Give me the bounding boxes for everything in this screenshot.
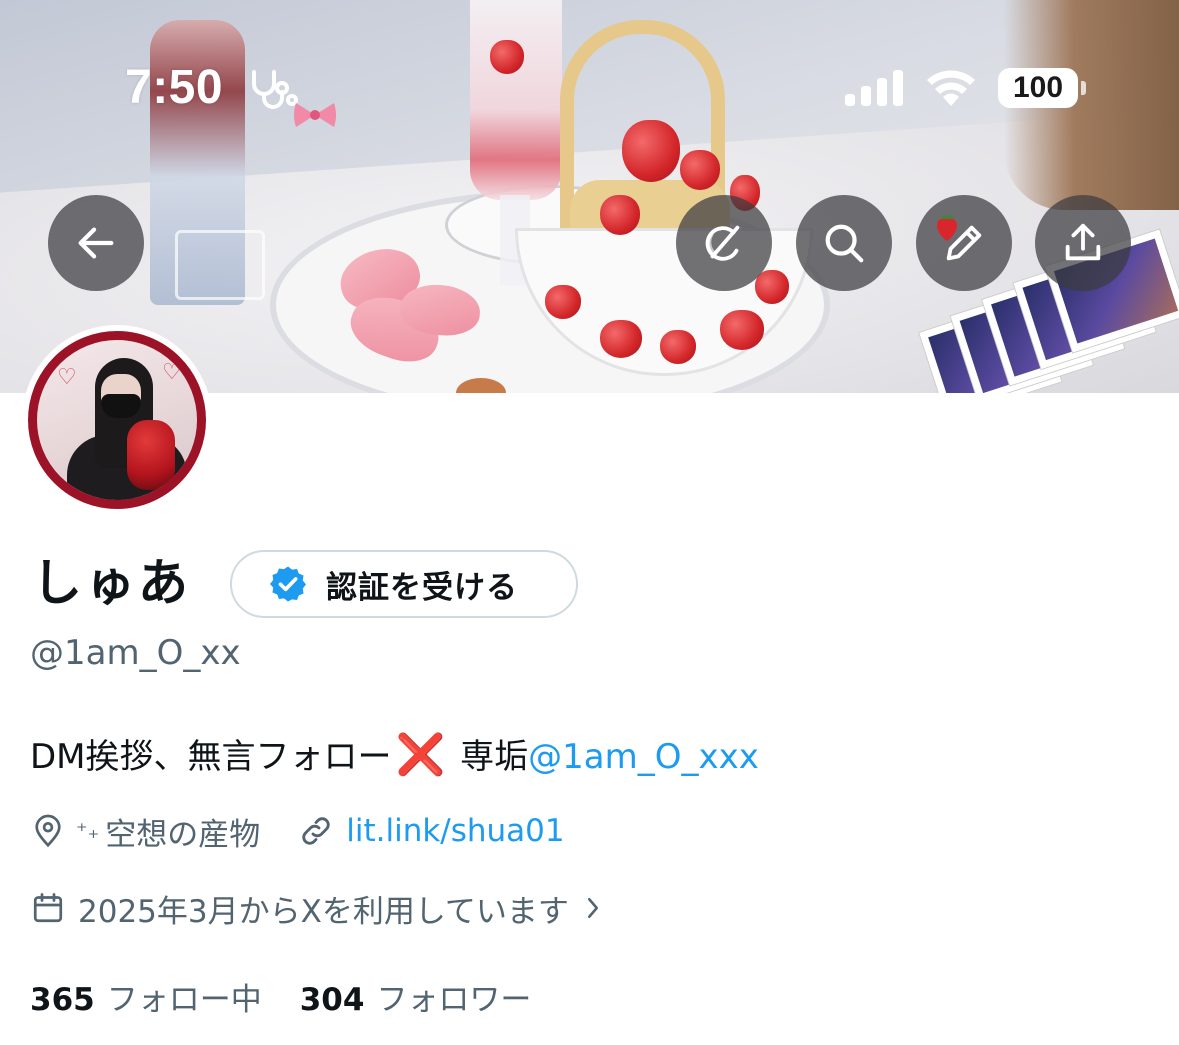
share-button[interactable]: [1035, 195, 1131, 291]
user-handle: @1am_O_xx: [30, 633, 241, 673]
verified-badge-icon: [270, 566, 306, 602]
avatar-mask: [101, 394, 141, 418]
banner-acrylic-stand: [175, 230, 265, 300]
following-count: 365: [30, 981, 95, 1018]
heart-decoration-icon: ♡: [57, 365, 77, 390]
search-icon: [825, 224, 864, 263]
arrow-left-icon: [78, 227, 114, 259]
avatar-image: ♡ ♡: [28, 331, 206, 509]
get-verified-button[interactable]: 認証を受ける: [230, 550, 578, 618]
avatar[interactable]: ♡ ♡: [22, 325, 212, 515]
bio-suffix: 専垢: [449, 737, 529, 777]
location-sparkle: ⁺₊: [76, 818, 100, 844]
banner-strawberry: [600, 195, 640, 235]
followers-link[interactable]: 304 フォロワー: [300, 974, 532, 1019]
bio-text: DM挨拶、無言フォロー: [30, 737, 392, 777]
link-icon: [302, 817, 330, 845]
edit-button[interactable]: [916, 195, 1012, 291]
followers-count: 304: [299, 981, 365, 1018]
signal-strength-icon: [845, 70, 903, 106]
ribbon-bow-icon: [294, 103, 336, 127]
location-pin-icon: [35, 814, 61, 848]
grok-icon: [705, 225, 740, 261]
heart-decoration-icon: ♡: [162, 360, 182, 385]
following-label: フォロー中: [106, 981, 262, 1018]
banner-strawberry: [622, 120, 680, 182]
banner-strawberry: [660, 330, 696, 364]
back-button[interactable]: [48, 195, 144, 291]
following-link[interactable]: 365 フォロー中: [30, 974, 262, 1019]
profile-bio: DM挨拶、無言フォロー ❌ 専垢@1am_O_xxx: [30, 730, 759, 782]
display-name: しゅあ: [32, 554, 191, 612]
banner-strawberry: [680, 150, 720, 190]
joined-text: 2025年3月からXを利用しています: [78, 893, 569, 930]
profile-banner[interactable]: [0, 0, 1179, 393]
profile-meta-location-website: ⁺₊ 空想の産物 lit.link/shua01: [30, 808, 565, 854]
strawberry-sticker-icon: [937, 214, 957, 241]
wifi-icon: [927, 70, 975, 106]
grok-button[interactable]: [676, 195, 772, 291]
profile-joined-date[interactable]: 2025年3月からXを利用しています: [30, 885, 605, 931]
bio-mention-link[interactable]: @1am_O_xxx: [528, 737, 759, 777]
search-button[interactable]: [796, 195, 892, 291]
banner-strawberry: [490, 40, 524, 74]
banner-strawberry: [755, 270, 789, 304]
chevron-right-icon: [587, 898, 598, 918]
get-verified-label: 認証を受ける: [326, 569, 518, 606]
cross-mark-emoji: ❌: [395, 732, 446, 778]
battery-indicator: 100: [998, 68, 1086, 108]
location-text: 空想の産物: [105, 816, 261, 853]
follow-counts: 365 フォロー中 304 フォロワー: [30, 972, 531, 1020]
avatar-bouquet: [127, 420, 175, 490]
share-icon: [1065, 223, 1101, 261]
followers-label: フォロワー: [376, 981, 532, 1018]
battery-level: 100: [1012, 71, 1064, 104]
website-link[interactable]: lit.link/shua01: [346, 813, 564, 849]
banner-strawberry: [720, 310, 764, 350]
status-time: 7:50: [125, 61, 224, 114]
banner-parfait-glass: [470, 0, 562, 200]
banner-strawberry: [545, 285, 581, 319]
banner-strawberry: [600, 320, 642, 358]
calendar-icon: [33, 893, 63, 923]
website-group[interactable]: lit.link/shua01: [298, 813, 565, 849]
